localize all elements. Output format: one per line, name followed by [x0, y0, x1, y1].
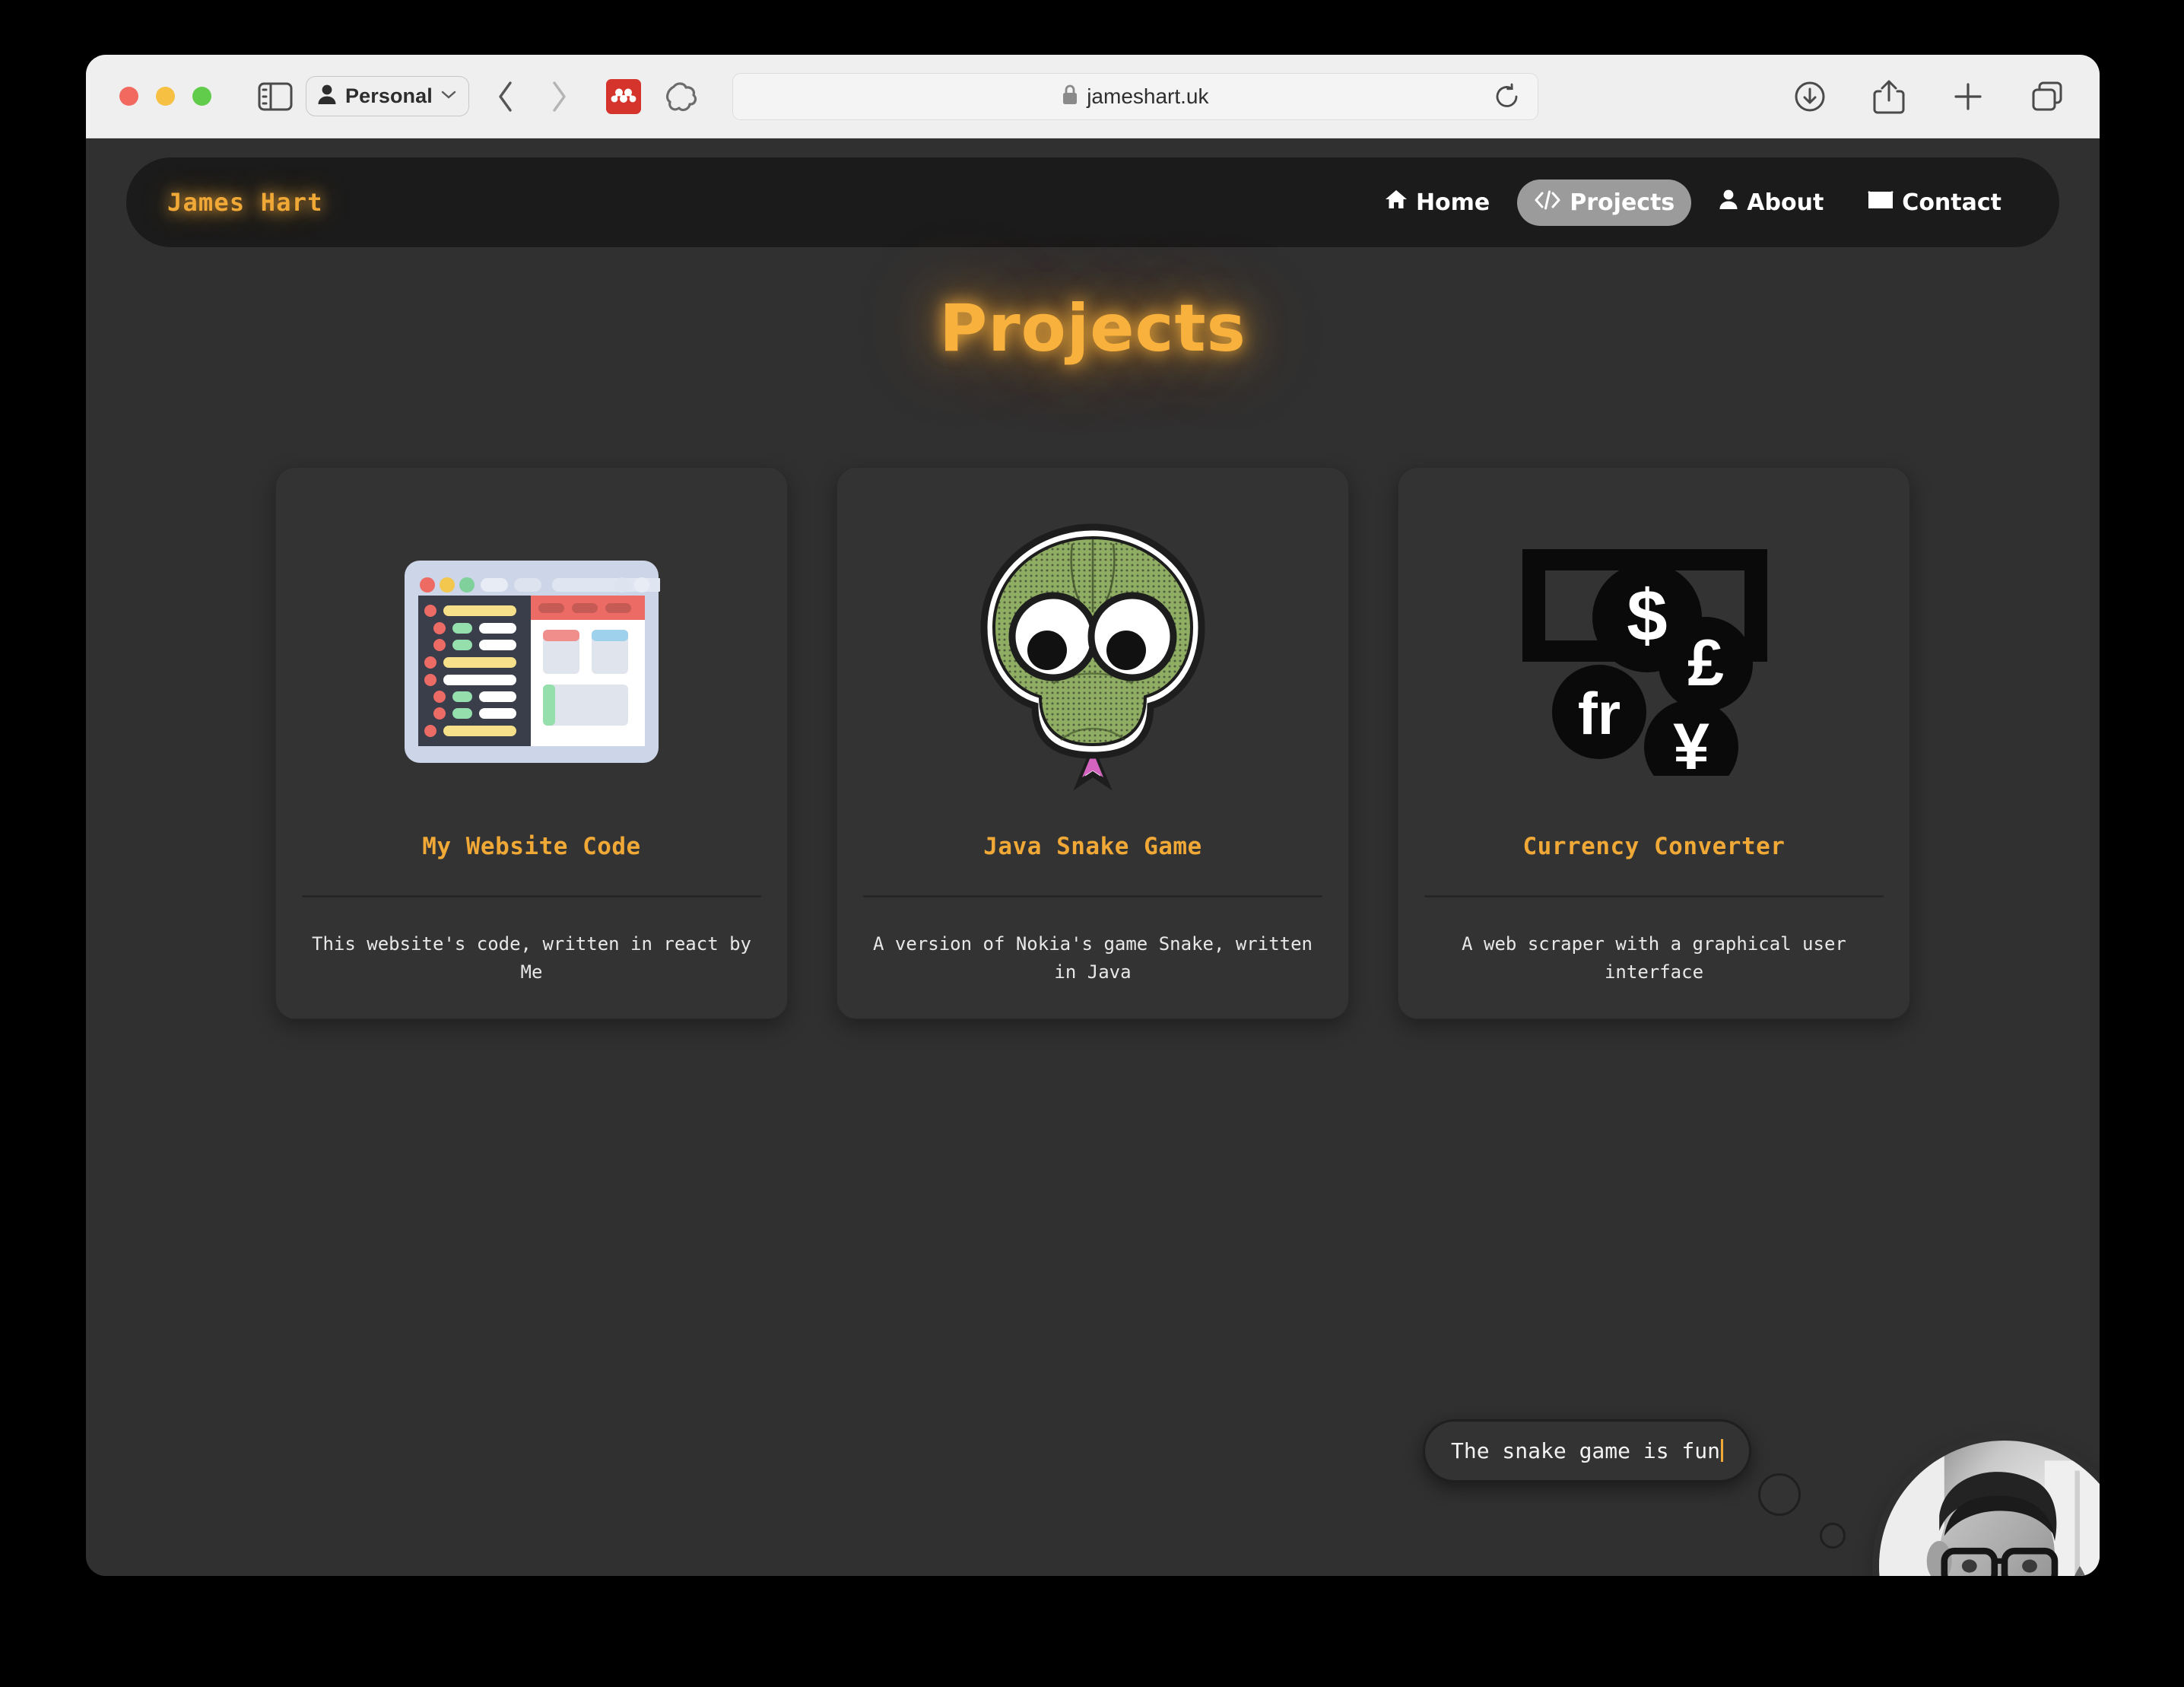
page-title: Projects: [939, 291, 1246, 367]
profile-selector[interactable]: Personal: [306, 76, 469, 116]
project-title: Java Snake Game: [983, 833, 1202, 860]
nav-item-projects[interactable]: Projects: [1517, 179, 1692, 226]
lock-icon: [1062, 84, 1078, 109]
code-editor-icon: [302, 491, 761, 833]
site-navbar: James Hart Home Projects About Contact: [126, 157, 2059, 247]
envelope-icon: [1868, 189, 1894, 216]
nav-item-projects-label: Projects: [1570, 189, 1675, 216]
svg-text:fr: fr: [1578, 680, 1621, 747]
snake-head-icon: [863, 491, 1322, 833]
project-title: My Website Code: [422, 833, 641, 860]
extension-icons: [605, 78, 699, 114]
chat-message-bubble: The snake game is fun: [1423, 1419, 1752, 1482]
navigation-arrows: [489, 78, 576, 115]
site-brand[interactable]: James Hart: [167, 188, 323, 217]
downloads-icon[interactable]: [1791, 78, 1829, 116]
nav-item-about[interactable]: About: [1702, 179, 1840, 226]
person-icon: [317, 84, 337, 109]
home-icon: [1385, 189, 1408, 216]
currency-banknote-icon: $ £ fr ¥: [1424, 491, 1884, 833]
card-divider: [1424, 895, 1884, 898]
nav-item-about-label: About: [1747, 189, 1824, 216]
project-title: Currency Converter: [1522, 833, 1786, 860]
nav-item-contact[interactable]: Contact: [1851, 180, 2018, 226]
project-card-currency-converter[interactable]: $ £ fr ¥ Currency Converter A web scrape…: [1398, 467, 1910, 1020]
card-divider: [302, 895, 761, 898]
svg-text:$: $: [1627, 575, 1667, 656]
cloud-extension-icon[interactable]: [664, 79, 699, 114]
mendeley-extension-icon[interactable]: [605, 78, 641, 114]
toolbar-actions: [1753, 78, 2066, 116]
zoom-window-button[interactable]: [192, 87, 211, 106]
minimize-window-button[interactable]: [156, 87, 175, 106]
window-controls: [119, 87, 211, 106]
browser-window: Personal jameshart.uk James Hart Home Pr…: [86, 55, 2100, 1576]
tab-overview-icon[interactable]: [2028, 78, 2066, 116]
svg-text:¥: ¥: [1673, 710, 1709, 776]
project-description: This website's code, written in react by…: [312, 933, 751, 983]
nav-item-home-label: Home: [1415, 189, 1490, 216]
new-tab-icon[interactable]: [1949, 78, 1987, 116]
browser-toolbar: Personal jameshart.uk: [86, 55, 2100, 138]
url-text: jameshart.uk: [1087, 84, 1209, 108]
chat-bubble-trail-small: [1820, 1523, 1846, 1549]
chat-message-text: The snake game is fun: [1451, 1438, 1721, 1463]
svg-text:£: £: [1687, 627, 1724, 700]
avatar[interactable]: [1879, 1441, 2100, 1576]
close-window-button[interactable]: [119, 87, 138, 106]
projects-grid: My Website Code This website's code, wri…: [86, 467, 2100, 1020]
nav-item-home[interactable]: Home: [1368, 179, 1506, 226]
sidebar-toggle-icon[interactable]: [256, 77, 295, 116]
project-card-java-snake-game[interactable]: Java Snake Game A version of Nokia's gam…: [836, 467, 1349, 1020]
web-page: James Hart Home Projects About Contact P…: [86, 138, 2100, 1576]
back-icon[interactable]: [489, 78, 522, 115]
reload-icon[interactable]: [1492, 81, 1522, 112]
project-description: A version of Nokia's game Snake, written…: [873, 933, 1313, 983]
project-description: A web scraper with a graphical user inte…: [1462, 933, 1846, 983]
nav-item-contact-label: Contact: [1902, 189, 2001, 216]
text-caret: [1721, 1439, 1724, 1462]
share-icon[interactable]: [1870, 78, 1908, 116]
site-nav-links: Home Projects About Contact: [1368, 179, 2018, 226]
chat-bubble-trail-large: [1758, 1473, 1801, 1516]
address-bar[interactable]: jameshart.uk: [732, 72, 1538, 120]
code-icon: [1534, 189, 1561, 216]
profile-name: Personal: [345, 84, 433, 107]
person-icon: [1719, 189, 1738, 216]
chevron-down-icon: [441, 90, 456, 103]
forward-icon[interactable]: [542, 78, 576, 115]
project-card-website-code[interactable]: My Website Code This website's code, wri…: [275, 467, 788, 1020]
card-divider: [863, 895, 1322, 898]
